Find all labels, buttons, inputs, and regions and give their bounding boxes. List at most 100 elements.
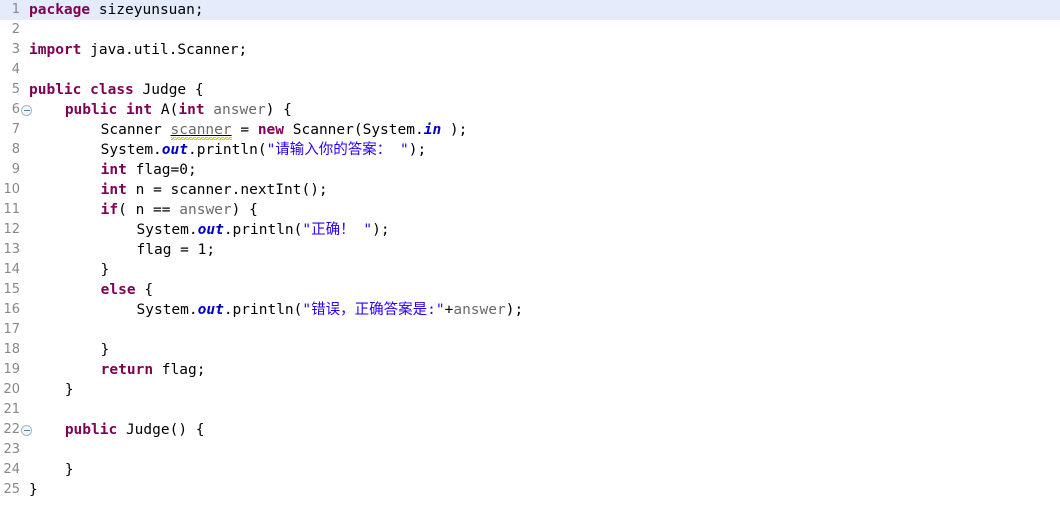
code-text: flag = 1; bbox=[29, 240, 216, 260]
code-text: return flag; bbox=[29, 360, 206, 380]
code-token-pln bbox=[117, 102, 126, 118]
code-token-pln: Judge() { bbox=[117, 422, 205, 438]
code-text: else { bbox=[29, 280, 153, 300]
code-token-pln: } bbox=[29, 482, 38, 498]
line-number: 3 bbox=[11, 42, 20, 57]
line-number: 8 bbox=[11, 142, 20, 157]
code-line[interactable]: 20} bbox=[0, 380, 1060, 400]
code-token-pln: = bbox=[231, 122, 258, 138]
code-line[interactable]: 4 bbox=[0, 60, 1060, 80]
code-line[interactable]: 22 public Judge() { bbox=[0, 420, 1060, 440]
code-line[interactable]: 23 bbox=[0, 440, 1060, 460]
line-number: 13 bbox=[3, 242, 20, 257]
code-line[interactable]: 9 int flag=0; bbox=[0, 160, 1060, 180]
code-text: public int A(int answer) { bbox=[29, 100, 292, 120]
code-token-pln: ( n == bbox=[118, 202, 180, 218]
code-token-pln: n = scanner.nextInt(); bbox=[126, 182, 328, 198]
code-token-str: "错误，正确答案是:" bbox=[302, 302, 445, 318]
code-line[interactable]: 19 return flag; bbox=[0, 360, 1060, 380]
line-number: 22 bbox=[3, 422, 20, 437]
line-number: 4 bbox=[11, 62, 20, 77]
code-editor[interactable]: 1 package sizeyunsuan; 2 3 import java.util.… bbox=[0, 0, 1060, 512]
line-number: 24 bbox=[3, 462, 20, 477]
line-number: 7 bbox=[11, 122, 20, 137]
line-number: 18 bbox=[3, 342, 20, 357]
code-text: } bbox=[29, 260, 110, 280]
code-token-pln: Judge { bbox=[133, 82, 204, 98]
code-line[interactable]: 7 Scanner scanner = new Scanner(System.in… bbox=[0, 120, 1060, 140]
code-token-par: answer bbox=[179, 202, 232, 218]
code-token-pln: A( bbox=[152, 102, 179, 118]
code-token-kw: return bbox=[100, 362, 154, 378]
line-number: 16 bbox=[3, 302, 20, 317]
code-line[interactable]: 3 import java.util.Scanner; bbox=[0, 40, 1060, 60]
code-line[interactable]: 14} bbox=[0, 260, 1060, 280]
code-text: package sizeyunsuan; bbox=[29, 0, 204, 20]
code-line[interactable]: 25} bbox=[0, 480, 1060, 500]
code-token-warn: scanner bbox=[170, 122, 232, 140]
code-line[interactable]: 6 public int A(int answer) { bbox=[0, 100, 1060, 120]
code-token-pln: flag= bbox=[126, 162, 180, 178]
code-token-str: "请输入你的答案： " bbox=[266, 142, 409, 158]
code-line[interactable]: 11 if( n == answer) { bbox=[0, 200, 1060, 220]
code-token-kw: if bbox=[100, 202, 119, 218]
code-token-fld: out bbox=[197, 302, 224, 318]
code-token-fld: in bbox=[423, 122, 442, 138]
code-line[interactable]: 12 System.out.println("正确！ "); bbox=[0, 220, 1060, 240]
code-token-kw: public bbox=[64, 422, 118, 438]
code-token-kw: import bbox=[29, 42, 82, 58]
code-text: public class Judge { bbox=[29, 80, 204, 100]
code-token-pln: } bbox=[100, 262, 110, 278]
code-token-pln: flag; bbox=[153, 362, 206, 378]
code-line[interactable]: 10 int n = scanner.nextInt(); bbox=[0, 180, 1060, 200]
code-line[interactable]: 21 bbox=[0, 400, 1060, 420]
code-line[interactable]: 8 System.out.println("请输入你的答案： "); bbox=[0, 140, 1060, 160]
code-text: import java.util.Scanner; bbox=[29, 40, 247, 60]
code-line[interactable]: 1 package sizeyunsuan; bbox=[0, 0, 1060, 20]
code-line[interactable]: 2 bbox=[0, 20, 1060, 40]
code-line[interactable]: 24} bbox=[0, 460, 1060, 480]
code-token-pln: } bbox=[100, 342, 110, 358]
line-number: 19 bbox=[3, 362, 20, 377]
code-line[interactable]: 13 flag = 1; bbox=[0, 240, 1060, 260]
code-token-pln: System. bbox=[136, 222, 198, 238]
line-number: 17 bbox=[3, 322, 20, 337]
code-token-pln: Scanner(System. bbox=[284, 122, 424, 138]
code-text: public Judge() { bbox=[29, 420, 205, 440]
code-text: int flag=0; bbox=[29, 160, 197, 180]
code-text: int n = scanner.nextInt(); bbox=[29, 180, 328, 200]
code-text: } bbox=[29, 380, 74, 400]
line-number: 25 bbox=[3, 482, 20, 497]
code-token-kw: int bbox=[100, 182, 127, 198]
line-number: 14 bbox=[3, 262, 20, 277]
code-token-pln: } bbox=[64, 382, 74, 398]
code-token-kw: else bbox=[100, 282, 136, 298]
line-number: 2 bbox=[11, 22, 20, 37]
code-text: } bbox=[29, 460, 74, 480]
line-number: 11 bbox=[3, 202, 20, 217]
code-line[interactable]: 5 public class Judge { bbox=[0, 80, 1060, 100]
code-token-kw: public bbox=[29, 82, 82, 98]
code-text: if( n == answer) { bbox=[29, 200, 258, 220]
line-number: 20 bbox=[3, 382, 20, 397]
code-text: Scanner scanner = new Scanner(System.in … bbox=[29, 120, 467, 140]
code-text: System.out.println("请输入你的答案： "); bbox=[29, 140, 427, 160]
code-token-pln bbox=[81, 82, 90, 98]
code-token-pln: ; bbox=[188, 162, 197, 178]
code-token-kw: public bbox=[64, 102, 118, 118]
code-line[interactable]: 18} bbox=[0, 340, 1060, 360]
code-token-pln: Scanner bbox=[100, 122, 171, 138]
line-number: 21 bbox=[3, 402, 20, 417]
code-token-kw: int bbox=[100, 162, 127, 178]
line-number: 10 bbox=[3, 182, 20, 197]
code-token-pln bbox=[205, 102, 214, 118]
code-line[interactable]: 15 else { bbox=[0, 280, 1060, 300]
code-line[interactable]: 17 bbox=[0, 320, 1060, 340]
line-number: 6 bbox=[11, 102, 20, 117]
code-text: System.out.println("错误，正确答案是:"+answer); bbox=[29, 300, 524, 320]
code-text: } bbox=[29, 480, 38, 500]
code-token-pln: ; bbox=[206, 242, 216, 258]
line-number: 15 bbox=[3, 282, 20, 297]
code-token-pln: .println( bbox=[187, 142, 267, 158]
code-line[interactable]: 16 System.out.println("错误，正确答案是:"+answer)… bbox=[0, 300, 1060, 320]
